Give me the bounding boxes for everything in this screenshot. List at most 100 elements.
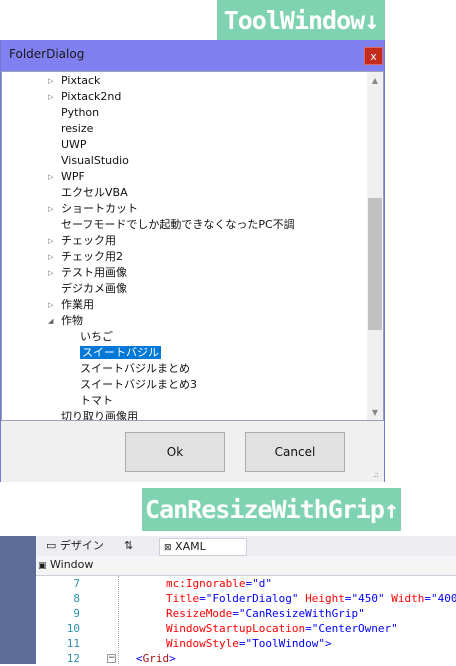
line-number: 7 [73, 577, 80, 590]
tree-item[interactable]: ショートカット [61, 201, 138, 217]
tree-item[interactable]: VisualStudio [61, 153, 129, 169]
tree-item-label: Pixtack [61, 74, 101, 87]
tree-item-label: スイートバジルまとめ [80, 362, 190, 375]
expand-arrow-icon[interactable]: ▷ [48, 249, 53, 265]
scroll-thumb[interactable] [368, 198, 382, 330]
tree-item[interactable]: 切り取り画像用 [61, 409, 138, 421]
title-bar[interactable]: FolderDialog x [1, 40, 384, 71]
tree-item[interactable]: デジカメ画像 [61, 281, 127, 297]
tree-item-label: 作業用 [61, 298, 94, 311]
expand-arrow-icon[interactable]: ▷ [48, 297, 53, 313]
editor-side-strip [0, 536, 36, 664]
tree-item-label: UWP [61, 138, 87, 151]
expand-arrow-icon[interactable]: ▷ [48, 169, 53, 185]
tree-item[interactable]: いちご [80, 329, 113, 345]
tree-item[interactable]: エクセルVBA [61, 185, 128, 201]
window-title: FolderDialog [9, 47, 85, 61]
tree-item[interactable]: スイートバジルまとめ3 [80, 377, 197, 393]
tree-item-label: スイートバジルまとめ3 [80, 378, 197, 391]
collapse-toggle-icon[interactable]: − [107, 654, 116, 663]
element-selector-bar[interactable]: ▣ Window [36, 556, 456, 576]
tree-item-label: WPF [61, 170, 85, 183]
xaml-value: "ToolWindow" [245, 637, 325, 650]
tree-item-label: トマト [80, 394, 113, 407]
xaml-attribute: Width [391, 592, 425, 605]
vertical-scrollbar[interactable]: ▲ ▼ [367, 72, 383, 420]
swap-panes-button[interactable]: ⇅ [124, 536, 133, 556]
window-element-icon: ▣ [38, 561, 47, 571]
xaml-attribute: WindowStartupLocation [166, 622, 306, 635]
xaml-attribute: ResizeMode [166, 607, 233, 620]
expand-arrow-icon[interactable]: ▷ [48, 265, 53, 281]
xaml-tag: Grid [142, 652, 170, 665]
tag-close-bracket: > [169, 652, 176, 665]
line-number: 11 [66, 637, 80, 650]
tree-item[interactable]: Python [61, 105, 99, 121]
tab-xaml[interactable]: ⊠ XAML [159, 538, 247, 556]
ok-button[interactable]: Ok [125, 432, 225, 472]
tag-close-bracket: > [324, 637, 332, 650]
xaml-editor: ▭ デザイン ⇅ ⊠ XAML ▣ Window 7 mc:Ignorable="… [0, 536, 456, 665]
scroll-down-arrow-icon[interactable]: ▼ [367, 404, 383, 420]
tree-item[interactable]: resize [61, 121, 93, 137]
tool-window-banner: ToolWindow↓ [217, 0, 385, 40]
tree-item-label: スイートバジル [80, 346, 161, 359]
tree-item-label: チェック用 [61, 234, 116, 247]
xaml-value: "CanResizeWithGrip" [238, 607, 365, 620]
tree-item-label: Pixtack2nd [61, 90, 122, 103]
tree-item-label: デジカメ画像 [61, 282, 127, 295]
xaml-value: "FolderDialog" [205, 592, 299, 605]
tree-item[interactable]: Pixtack2nd [61, 89, 121, 105]
tree-item[interactable]: チェック用 [61, 233, 116, 249]
tree-item-label: ショートカット [61, 202, 138, 215]
tree-item[interactable]: 作業用 [61, 297, 94, 313]
tab-design[interactable]: ▭ デザイン [46, 536, 104, 556]
line-number: 9 [73, 607, 80, 620]
line-number: 8 [73, 592, 80, 605]
tree-item[interactable]: トマト [80, 393, 113, 409]
tree-item[interactable]: スイートバジルまとめ [80, 361, 190, 377]
close-button[interactable]: x [364, 47, 383, 65]
line-number: 10 [66, 622, 80, 635]
tree-item-label: 切り取り画像用 [61, 410, 138, 421]
xaml-attribute: Height [305, 592, 345, 605]
tree-item[interactable]: セーフモードでしか起動できなくなったPC不調 [61, 217, 295, 233]
tree-item-label: テスト用画像 [61, 266, 127, 279]
code-line: WindowStyle="ToolWindow"> [166, 636, 332, 651]
equals-sign: = [199, 592, 206, 605]
expand-arrow-icon[interactable]: ▷ [48, 73, 53, 89]
cancel-button[interactable]: Cancel [245, 432, 345, 472]
xaml-icon: ⊠ [164, 543, 172, 553]
equals-sign: = [305, 622, 312, 635]
tree-item[interactable]: Pixtack [61, 73, 100, 89]
tree-item[interactable]: 作物 [61, 313, 83, 329]
expand-arrow-icon[interactable]: ▷ [48, 89, 53, 105]
tree-item[interactable]: スイートバジル [80, 345, 161, 361]
close-icon: x [370, 49, 377, 63]
folder-tree-view[interactable]: ▷ Pixtack ▷ Pixtack2nd Python resize UWP Visual… [1, 71, 384, 421]
tree-item-label: チェック用2 [61, 250, 123, 263]
tree-item[interactable]: UWP [61, 137, 87, 153]
expand-arrow-icon[interactable]: ▷ [48, 201, 53, 217]
code-line: mc:Ignorable="d" [166, 576, 272, 591]
folder-dialog-window: FolderDialog x ▷ Pixtack ▷ Pixtack2nd Python… [0, 40, 385, 482]
scroll-up-arrow-icon[interactable]: ▲ [367, 72, 383, 88]
expand-arrow-icon[interactable]: ▷ [48, 233, 53, 249]
indent-guide [118, 576, 120, 664]
expanded-arrow-icon[interactable]: ◢ [48, 313, 53, 329]
tree-item[interactable]: チェック用2 [61, 249, 123, 265]
xaml-value: "400" [430, 592, 456, 605]
code-area[interactable]: 7 mc:Ignorable="d" 8 Title="FolderDialog" H… [36, 576, 456, 665]
xaml-attribute: WindowStyle [166, 637, 239, 650]
element-selector-label: Window [50, 558, 94, 571]
xaml-attribute: mc:Ignorable [166, 577, 246, 590]
xaml-value: "d" [252, 577, 272, 590]
tree-item-label: Python [61, 106, 100, 119]
tree-item-label: いちご [80, 330, 113, 343]
resize-grip-icon[interactable]: .:: [373, 470, 379, 479]
tree-item[interactable]: WPF [61, 169, 85, 185]
xaml-attribute: Title [166, 592, 200, 605]
design-icon: ▭ [46, 539, 57, 552]
equals-sign: = [232, 607, 239, 620]
tree-item[interactable]: テスト用画像 [61, 265, 127, 281]
